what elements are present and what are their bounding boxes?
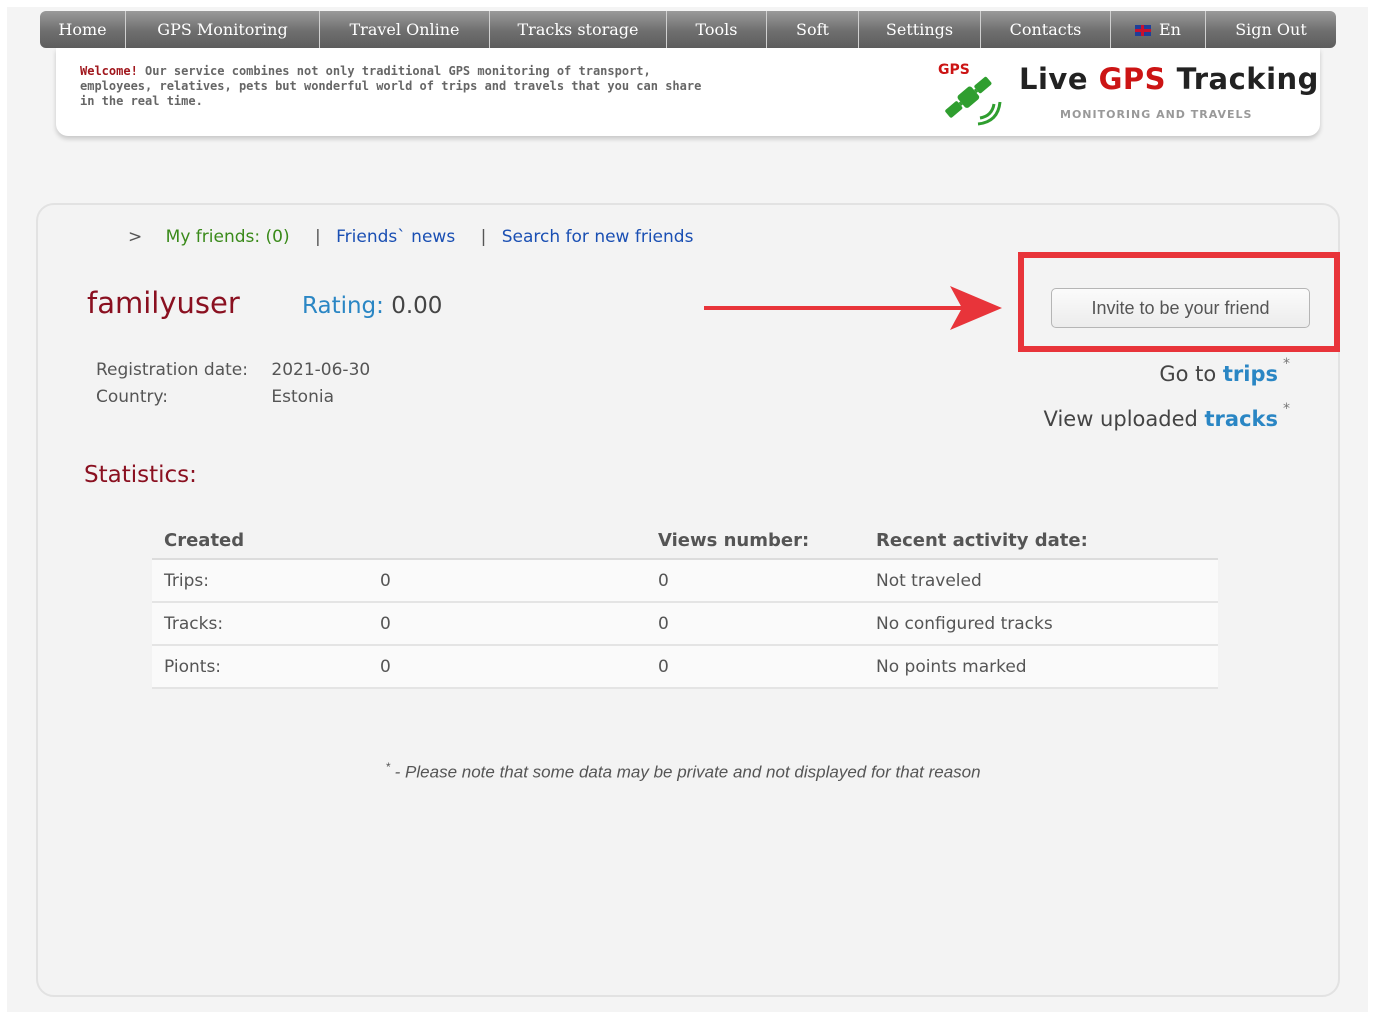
privacy-footnote: * - Please note that some data may be pri…: [386, 760, 981, 783]
nav-settings[interactable]: Settings: [859, 11, 981, 48]
header-count: [380, 522, 658, 560]
top-navbar: Home GPS Monitoring Travel Online Tracks…: [40, 11, 1336, 48]
table-row: Tracks: 0 0 No configured tracks: [152, 602, 1218, 646]
search-friends-link[interactable]: Search for new friends: [502, 227, 694, 247]
my-friends-link[interactable]: My friends: (0): [166, 227, 290, 247]
country-row: Country: Estonia: [96, 387, 370, 414]
table-row: Pionts: 0 0 No points marked: [152, 645, 1218, 689]
friends-navigation: > My friends: (0) | Friends` news | Sear…: [128, 227, 703, 247]
header-created: Created: [152, 522, 380, 560]
statistics-title: Statistics:: [84, 462, 197, 488]
row-label: Tracks:: [152, 602, 380, 646]
logo-title-gps: GPS: [1098, 62, 1167, 96]
registration-value: 2021-06-30: [271, 360, 371, 380]
invite-friend-button[interactable]: Invite to be your friend: [1051, 288, 1310, 328]
row-activity: No points marked: [876, 645, 1218, 689]
row-label: Trips:: [152, 559, 380, 603]
logo-subtitle: MONITORING AND TRAVELS: [1060, 108, 1253, 121]
nav-home[interactable]: Home: [40, 11, 126, 48]
profile-rating: Rating: 0.00: [302, 293, 442, 319]
nav-tracks-storage[interactable]: Tracks storage: [490, 11, 667, 48]
red-arrow-annotation: [704, 286, 1002, 330]
registration-label: Registration date:: [96, 360, 248, 380]
row-views: 0: [658, 559, 876, 603]
logo-title-prefix: Live: [1019, 62, 1099, 96]
separator: |: [315, 227, 321, 247]
statistics-table: Created Views number: Recent activity da…: [152, 522, 1218, 689]
nav-language[interactable]: En: [1111, 11, 1206, 48]
nav-sign-out[interactable]: Sign Out: [1206, 11, 1336, 48]
header-banner: Welcome! Our service combines not only t…: [56, 48, 1320, 136]
profile-info: Registration date: 2021-06-30 Country: E…: [96, 360, 370, 414]
table-row: Trips: 0 0 Not traveled: [152, 559, 1218, 603]
footnote-mark: *: [386, 760, 391, 774]
nav-soft[interactable]: Soft: [767, 11, 859, 48]
welcome-label: Welcome!: [80, 64, 138, 78]
welcome-description: Our service combines not only traditiona…: [80, 64, 702, 108]
row-views: 0: [658, 645, 876, 689]
footnote-text: - Please note that some data may be priv…: [394, 762, 981, 782]
rating-label: Rating:: [302, 293, 384, 319]
nav-contacts[interactable]: Contacts: [981, 11, 1111, 48]
header-recent-activity: Recent activity date:: [876, 522, 1218, 560]
profile-username: familyuser: [87, 286, 240, 320]
logo-title-suffix: Tracking: [1166, 62, 1319, 96]
row-count: 0: [380, 645, 658, 689]
tracks-link[interactable]: tracks: [1205, 407, 1278, 431]
nav-gps-monitoring[interactable]: GPS Monitoring: [126, 11, 320, 48]
row-views: 0: [658, 602, 876, 646]
row-count: 0: [380, 559, 658, 603]
nav-travel-online[interactable]: Travel Online: [320, 11, 490, 48]
asterisk-mark: *: [1283, 356, 1290, 372]
go-to-trips: Go to trips *: [1159, 356, 1290, 386]
friends-news-link[interactable]: Friends` news: [336, 227, 455, 247]
row-activity: Not traveled: [876, 559, 1218, 603]
country-value: Estonia: [271, 387, 334, 407]
header-views: Views number:: [658, 522, 876, 560]
separator: |: [480, 227, 487, 247]
logo-title: Live GPS Tracking: [1019, 62, 1319, 96]
satellite-logo-icon: GPS: [938, 62, 1002, 126]
uk-flag-icon: [1135, 25, 1151, 36]
view-prefix: View uploaded: [1043, 407, 1205, 431]
rating-value: 0.00: [391, 293, 443, 319]
go-to-prefix: Go to: [1159, 362, 1223, 386]
registration-row: Registration date: 2021-06-30: [96, 360, 370, 387]
logo-icon-label: GPS: [938, 62, 970, 78]
row-count: 0: [380, 602, 658, 646]
trips-link[interactable]: trips: [1223, 362, 1278, 386]
welcome-text: Welcome! Our service combines not only t…: [80, 64, 720, 109]
row-label: Pionts:: [152, 645, 380, 689]
row-activity: No configured tracks: [876, 602, 1218, 646]
breadcrumb-arrow: >: [128, 227, 143, 247]
nav-tools[interactable]: Tools: [667, 11, 767, 48]
view-uploaded-tracks: View uploaded tracks *: [1043, 401, 1290, 431]
table-header-row: Created Views number: Recent activity da…: [152, 522, 1218, 560]
country-label: Country:: [96, 387, 169, 407]
language-label: En: [1159, 20, 1181, 39]
asterisk-mark: *: [1283, 401, 1290, 417]
